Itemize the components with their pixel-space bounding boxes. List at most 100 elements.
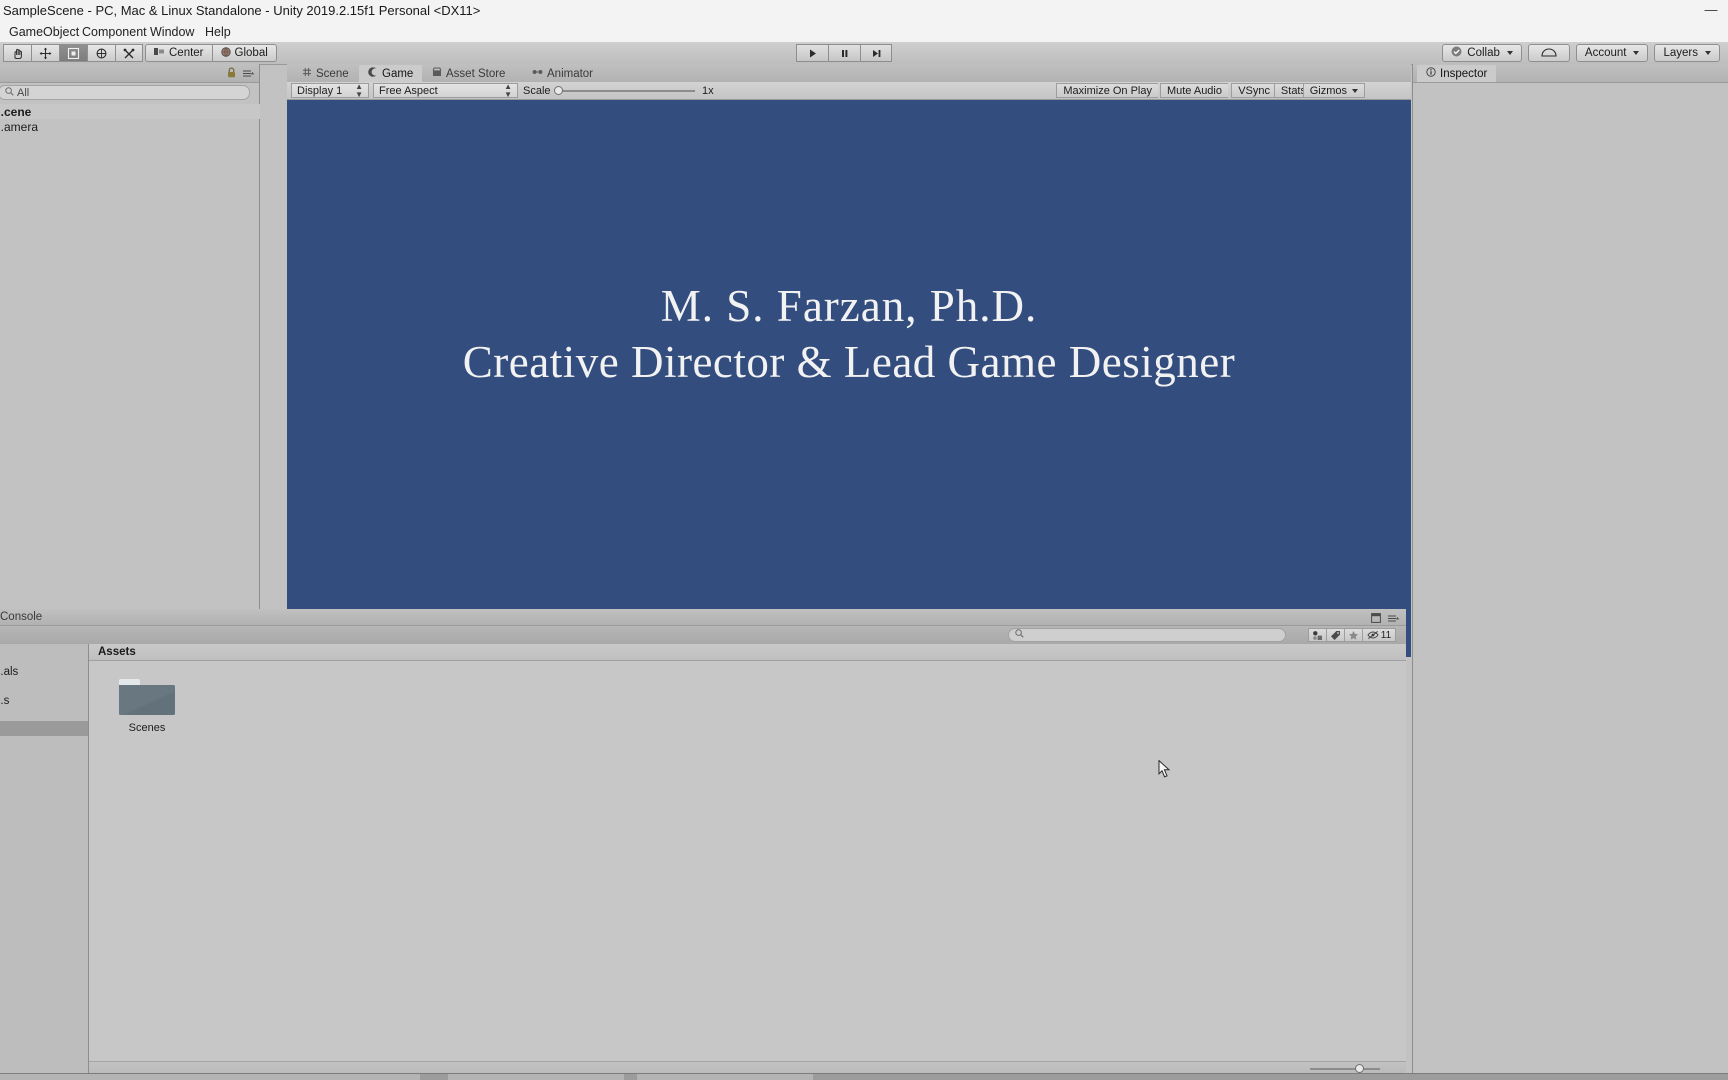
tab-label: Game	[382, 67, 414, 80]
collab-check-icon	[1451, 46, 1462, 60]
move-tool-button[interactable]	[31, 44, 59, 62]
scale-label: Scale	[523, 85, 551, 97]
tab-scene[interactable]: Scene	[293, 65, 358, 82]
taskbar-segment[interactable]	[448, 1074, 624, 1080]
project-toolbar: 11	[0, 626, 1406, 644]
aspect-dropdown[interactable]: Free Aspect ▲ ▼	[373, 82, 518, 98]
gizmos-label: Gizmos	[1309, 84, 1347, 97]
inspector-panel: Inspector	[1412, 64, 1728, 1080]
project-tree-row[interactable]: ...als	[0, 664, 88, 679]
panel-menu-icon[interactable]	[242, 67, 255, 81]
chevron-down-icon	[1352, 88, 1358, 93]
pause-button[interactable]	[828, 44, 860, 62]
project-filter-icons: 11	[1308, 628, 1396, 642]
chevron-down-icon	[1633, 51, 1640, 55]
tab-console[interactable]: Console	[0, 611, 42, 623]
scale-tool-button[interactable]	[87, 44, 115, 62]
stepper-icon: ▲ ▼	[355, 81, 363, 99]
transform-tools-group	[3, 44, 143, 62]
game-title-line-2: Creative Director & Lead Game Designer	[462, 337, 1236, 387]
breadcrumb-label: Assets	[98, 646, 136, 658]
chevron-down-icon	[1506, 51, 1513, 55]
hierarchy-row-label: ...amera	[0, 119, 39, 134]
cloud-button[interactable]	[1527, 44, 1570, 62]
collab-button[interactable]: Collab	[1442, 44, 1522, 62]
taskbar-segment[interactable]	[0, 1074, 420, 1080]
hidden-packages-count: 11	[1380, 629, 1392, 641]
console-tab-tools	[1371, 612, 1400, 626]
hand-tool-button[interactable]	[3, 44, 31, 62]
hidden-packages-button[interactable]: 11	[1362, 628, 1396, 642]
game-view-canvas[interactable]: M. S. Farzan, Ph.D. Creative Director & …	[287, 100, 1411, 657]
cloud-icon	[1540, 46, 1558, 60]
pivot-space-group: Center Global	[145, 44, 277, 62]
hierarchy-search-icon	[5, 86, 14, 99]
project-tree-row[interactable]: ...s	[0, 693, 88, 708]
mute-audio-button[interactable]: Mute Audio	[1159, 83, 1228, 98]
tab-asset-store[interactable]: Asset Store	[423, 65, 514, 82]
scale-slider-track[interactable]	[555, 90, 695, 92]
chevron-down-icon	[1705, 51, 1711, 55]
menu-item-gameobject[interactable]: GameObject	[4, 24, 84, 40]
play-button[interactable]	[796, 44, 828, 62]
vsync-label: VSync	[1238, 84, 1270, 97]
filter-label-icon[interactable]	[1326, 628, 1344, 642]
os-taskbar	[0, 1073, 1728, 1080]
vsync-button[interactable]: VSync	[1231, 83, 1276, 98]
taskbar-segment[interactable]	[637, 1074, 813, 1080]
asset-zoom-slider-track[interactable]	[1310, 1068, 1380, 1070]
hierarchy-row-scene[interactable]: ...cene	[0, 104, 260, 119]
pivot-mode-button[interactable]: Center	[145, 44, 212, 62]
toolbar-right-group: Collab Account Layers	[1442, 44, 1720, 62]
hierarchy-row-main-camera[interactable]: ...amera	[0, 119, 260, 134]
menu-item-window[interactable]: Window	[145, 24, 199, 40]
hierarchy-search-input[interactable]: All	[0, 85, 250, 100]
tab-game[interactable]: Game	[359, 65, 423, 82]
main-toolbar: Center Global Collab Account Layers	[0, 42, 1728, 65]
breadcrumb: Assets	[89, 644, 1406, 661]
minimize-button[interactable]: —	[1704, 3, 1718, 16]
tab-animator[interactable]: Animator	[523, 65, 602, 82]
tab-label: Asset Store	[446, 67, 506, 80]
space-mode-button[interactable]: Global	[211, 44, 277, 62]
game-view-panel: Scene Game Asset Store Animator Display …	[287, 64, 1411, 657]
project-tree: ...als ...s	[0, 644, 89, 1080]
tab-label: Scene	[316, 67, 349, 80]
panel-menu-icon[interactable]	[1387, 612, 1400, 626]
window-title: ...orial - SampleScene - PC, Mac & Linux…	[0, 3, 481, 18]
project-search-input[interactable]	[1008, 628, 1286, 642]
rotate-tool-button[interactable]	[59, 44, 87, 62]
step-button[interactable]	[860, 44, 892, 62]
maximize-icon[interactable]	[1371, 612, 1381, 626]
project-tree-label: ...s	[0, 694, 10, 707]
lock-icon[interactable]	[227, 67, 236, 81]
scene-icon	[302, 67, 312, 80]
project-tree-row-selected[interactable]	[0, 721, 88, 736]
globe-icon	[220, 46, 231, 60]
scale-value: 1x	[702, 85, 714, 97]
filter-type-icon[interactable]	[1308, 628, 1326, 642]
display-dropdown[interactable]: Display 1 ▲ ▼	[291, 81, 369, 99]
menu-item-help[interactable]: Help	[200, 24, 236, 40]
tab-inspector[interactable]: Inspector	[1417, 65, 1497, 82]
game-title-line-1: M. S. Farzan, Ph.D.	[660, 281, 1038, 331]
inspector-tabstrip: Inspector	[1413, 64, 1728, 83]
maximize-on-play-button[interactable]: Maximize On Play	[1056, 83, 1158, 98]
scale-slider-knob[interactable]	[554, 86, 563, 95]
rect-tool-button[interactable]	[115, 44, 143, 62]
menu-item-component[interactable]: Component	[77, 24, 152, 40]
tab-label: Inspector	[1440, 67, 1488, 80]
layers-label: Layers	[1663, 47, 1698, 59]
unity-editor-window: ...orial - SampleScene - PC, Mac & Linux…	[0, 0, 1728, 1080]
search-icon	[1015, 629, 1024, 641]
gizmos-button[interactable]: Gizmos	[1302, 83, 1365, 98]
asset-zoom-slider-knob[interactable]	[1355, 1064, 1364, 1073]
layers-button[interactable]: Layers	[1654, 44, 1720, 62]
maximize-on-play-label: Maximize On Play	[1063, 84, 1152, 97]
animator-icon	[532, 67, 543, 80]
star-icon[interactable]	[1344, 628, 1362, 642]
game-view-tabstrip: Scene Game Asset Store Animator	[287, 64, 1411, 83]
account-button[interactable]: Account	[1575, 44, 1649, 62]
asset-grid: Scenes	[89, 661, 1406, 1056]
asset-item-scenes[interactable]: Scenes	[113, 675, 181, 734]
